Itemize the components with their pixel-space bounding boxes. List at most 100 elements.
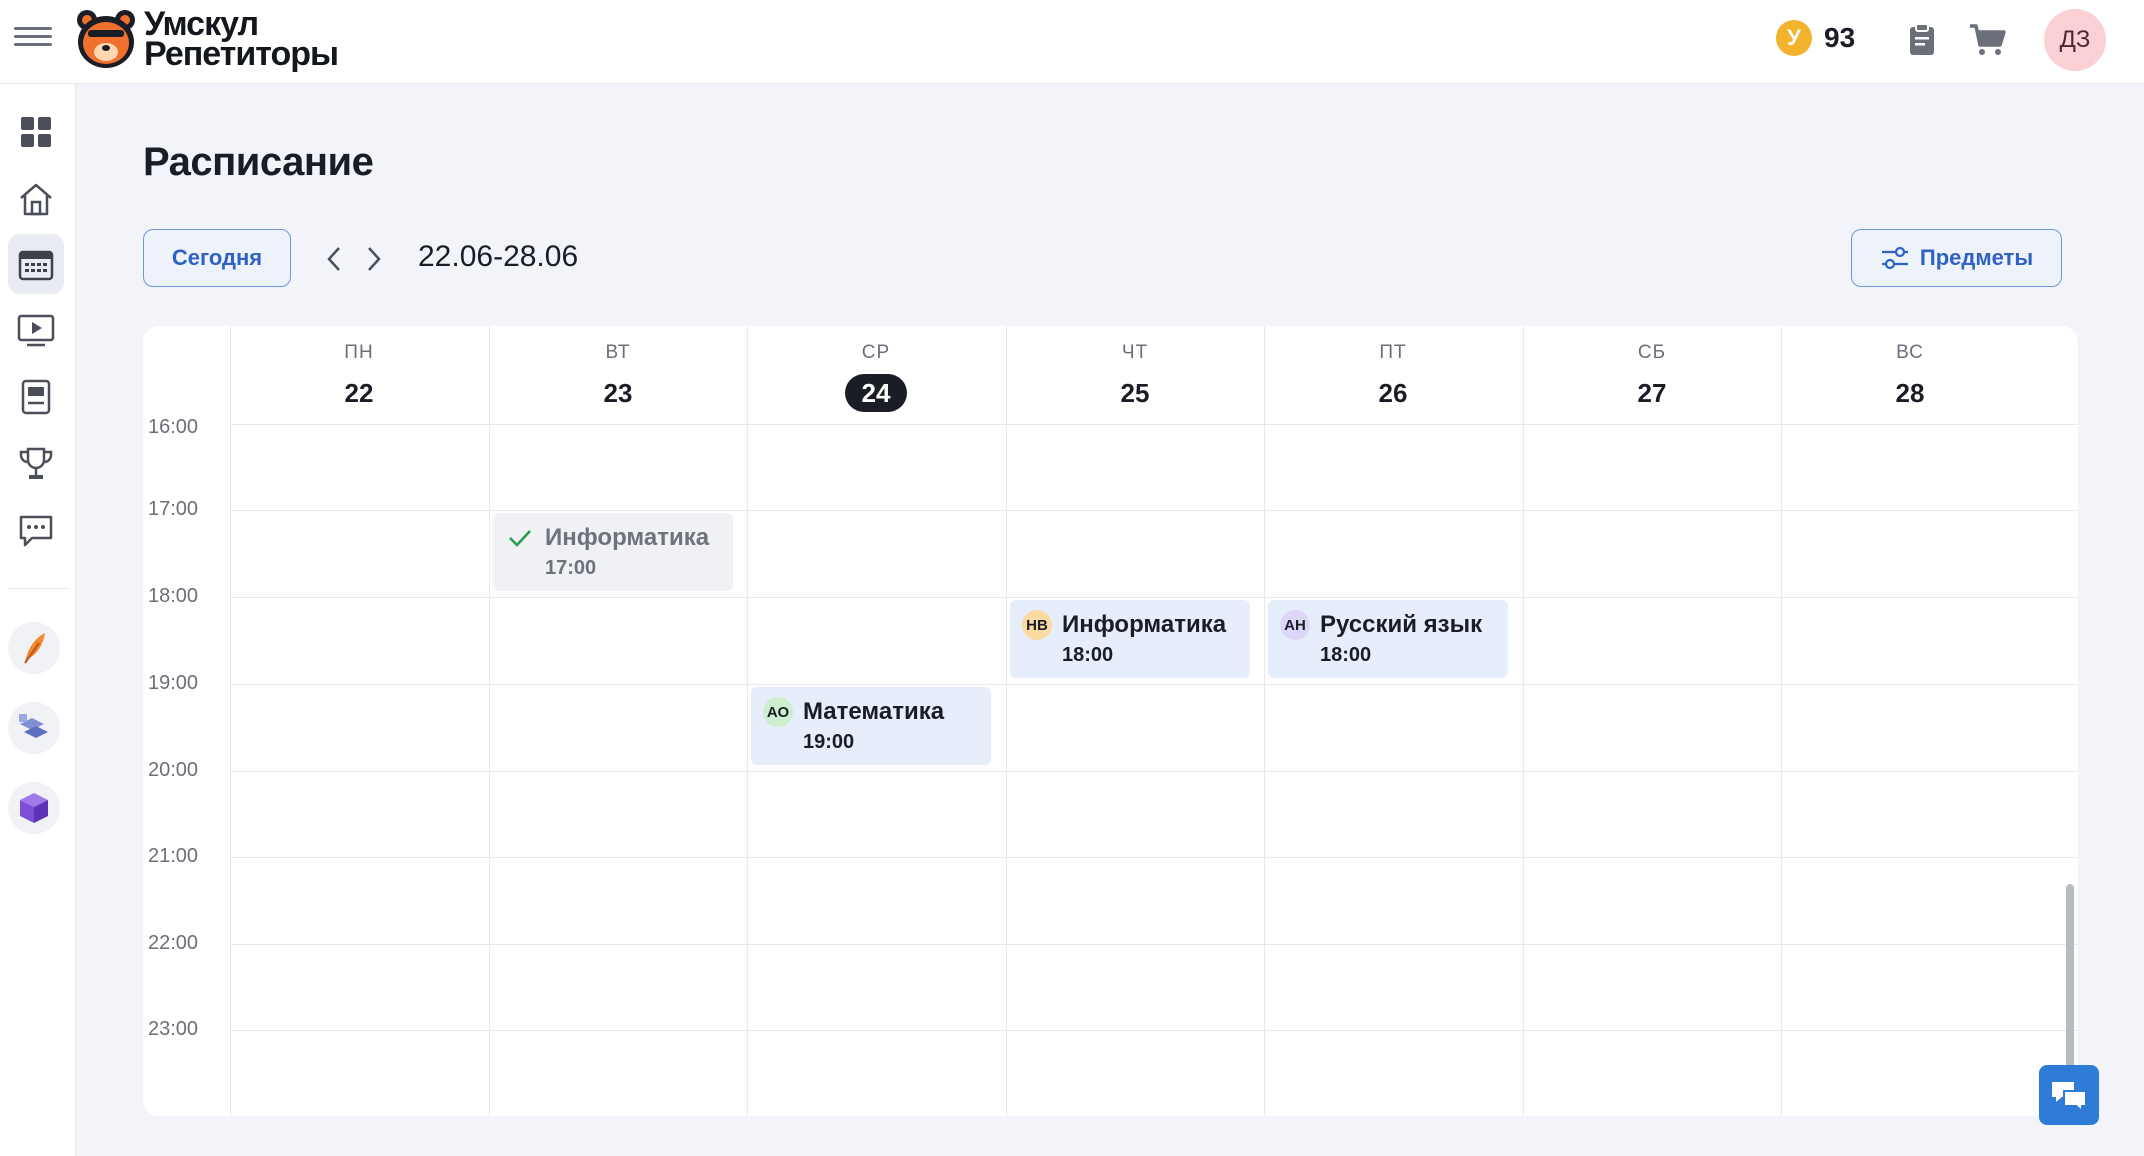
teacher-avatar: АО [763, 697, 793, 727]
hour-gridline [230, 944, 2078, 945]
chevron-right-icon [368, 247, 381, 271]
date-range: 22.06-28.06 [418, 240, 579, 273]
logo-line-2: Репетиторы [144, 35, 339, 73]
hour-label: 21:00 [148, 845, 199, 867]
day-header: СР 24 [747, 326, 1005, 424]
grid-icon [21, 117, 51, 147]
sidebar-item-dashboard[interactable] [8, 102, 64, 162]
day-column-divider [747, 326, 748, 1116]
day-number: 23 [603, 378, 633, 408]
hour-label: 17:00 [148, 498, 199, 520]
sidebar-item-chat[interactable] [8, 501, 64, 561]
filter-sliders-icon [1881, 246, 1908, 270]
coin-balance[interactable]: У 93 [1776, 20, 1855, 56]
subjects-filter-label: Предметы [1919, 245, 2034, 270]
day-name: ЧТ [1121, 342, 1149, 363]
app-feather[interactable] [8, 622, 60, 674]
logo[interactable]: Умскул Репетиторы [74, 6, 339, 73]
day-header: ВС 28 [1781, 326, 2039, 424]
day-name: ВТ [605, 342, 631, 363]
support-chat-button[interactable] [2039, 1065, 2099, 1125]
coin-count: 93 [1824, 22, 1856, 53]
lesson-time: 19:00 [803, 731, 855, 753]
sidebar [0, 84, 76, 1156]
next-week-button[interactable] [358, 242, 390, 276]
app-cube[interactable] [8, 782, 60, 834]
menu-icon[interactable] [14, 22, 52, 52]
hour-gridline [230, 510, 2078, 511]
sidebar-item-homework[interactable] [8, 367, 64, 427]
lesson-event[interactable]: Информатика 17:00 [493, 513, 733, 591]
clipboard-icon[interactable] [1900, 20, 1944, 60]
notebook-icon [21, 379, 51, 415]
bear-logo-icon [77, 10, 135, 68]
day-number: 22 [344, 378, 374, 408]
day-name: СР [861, 342, 891, 363]
hour-label: 22:00 [148, 932, 199, 954]
lesson-title: Информатика [545, 524, 710, 551]
day-header: ЧТ 25 [1006, 326, 1264, 424]
day-column-divider [1006, 326, 1007, 1116]
sidebar-item-video[interactable] [8, 301, 64, 361]
lesson-time: 18:00 [1062, 644, 1114, 666]
subjects-filter-button[interactable]: Предметы [1851, 229, 2062, 287]
teacher-avatar: НВ [1022, 610, 1052, 640]
day-column-divider [230, 326, 231, 1116]
app-blocks[interactable] [8, 702, 60, 754]
hour-gridline [230, 1030, 2078, 1031]
header-divider [230, 424, 2078, 425]
hour-label: 23:00 [148, 1018, 199, 1040]
hour-gridline [230, 857, 2078, 858]
day-number: 26 [1378, 378, 1408, 408]
day-name: СБ [1637, 342, 1667, 363]
hour-gridline [230, 597, 2078, 598]
play-icon [17, 314, 55, 347]
today-date-badge: 24 [845, 374, 907, 412]
lesson-time: 18:00 [1320, 644, 1372, 666]
day-name: ПН [344, 342, 374, 363]
day-column-divider [1523, 326, 1524, 1116]
coin-icon: У [1776, 20, 1812, 56]
check-icon [505, 523, 535, 553]
day-number: 27 [1637, 378, 1667, 408]
lesson-event[interactable]: АН Русский язык 18:00 [1268, 600, 1508, 678]
hour-gridline [230, 684, 2078, 685]
cart-icon[interactable] [1966, 20, 2010, 60]
avatar[interactable]: ДЗ [2044, 9, 2106, 71]
day-header: СБ 27 [1523, 326, 1781, 424]
top-header: Умскул Репетиторы У 93 ДЗ [0, 0, 2144, 84]
hour-label: 18:00 [148, 585, 199, 607]
hour-label: 19:00 [148, 672, 199, 694]
day-name: ВС [1896, 342, 1924, 363]
lesson-title: Русский язык [1320, 611, 1483, 638]
day-header: ПТ 26 [1264, 326, 1522, 424]
sidebar-item-schedule[interactable] [8, 234, 64, 294]
sidebar-divider [8, 588, 68, 589]
day-column-divider [489, 326, 490, 1116]
sidebar-item-home[interactable] [8, 169, 64, 229]
lesson-event[interactable]: АО Математика 19:00 [751, 687, 991, 765]
teacher-avatar: АН [1280, 610, 1310, 640]
day-column-divider [1264, 326, 1265, 1116]
blocks-app-icon [19, 714, 48, 738]
hour-gridline [230, 771, 2078, 772]
lesson-title: Информатика [1062, 611, 1227, 638]
day-column-divider [1781, 326, 1782, 1116]
cube-app-icon [20, 793, 48, 823]
sidebar-item-achievements[interactable] [8, 434, 64, 494]
today-button[interactable]: Сегодня [143, 229, 291, 287]
chat-bubbles-icon [2052, 1082, 2087, 1111]
hour-label: 16:00 [148, 416, 199, 438]
calendar-scrollbar[interactable] [2066, 884, 2074, 1080]
lesson-event[interactable]: НВ Информатика 18:00 [1010, 600, 1250, 678]
day-header: ПН 22 [230, 326, 488, 424]
lesson-title: Математика [803, 698, 945, 725]
calendar-icon [18, 250, 54, 281]
lesson-time: 17:00 [545, 557, 597, 579]
prev-week-button[interactable] [318, 242, 350, 276]
day-number: 25 [1120, 378, 1150, 408]
page-title: Расписание [143, 140, 374, 184]
home-icon [20, 183, 52, 216]
day-header: ВТ 23 [489, 326, 747, 424]
chat-icon [19, 515, 53, 547]
